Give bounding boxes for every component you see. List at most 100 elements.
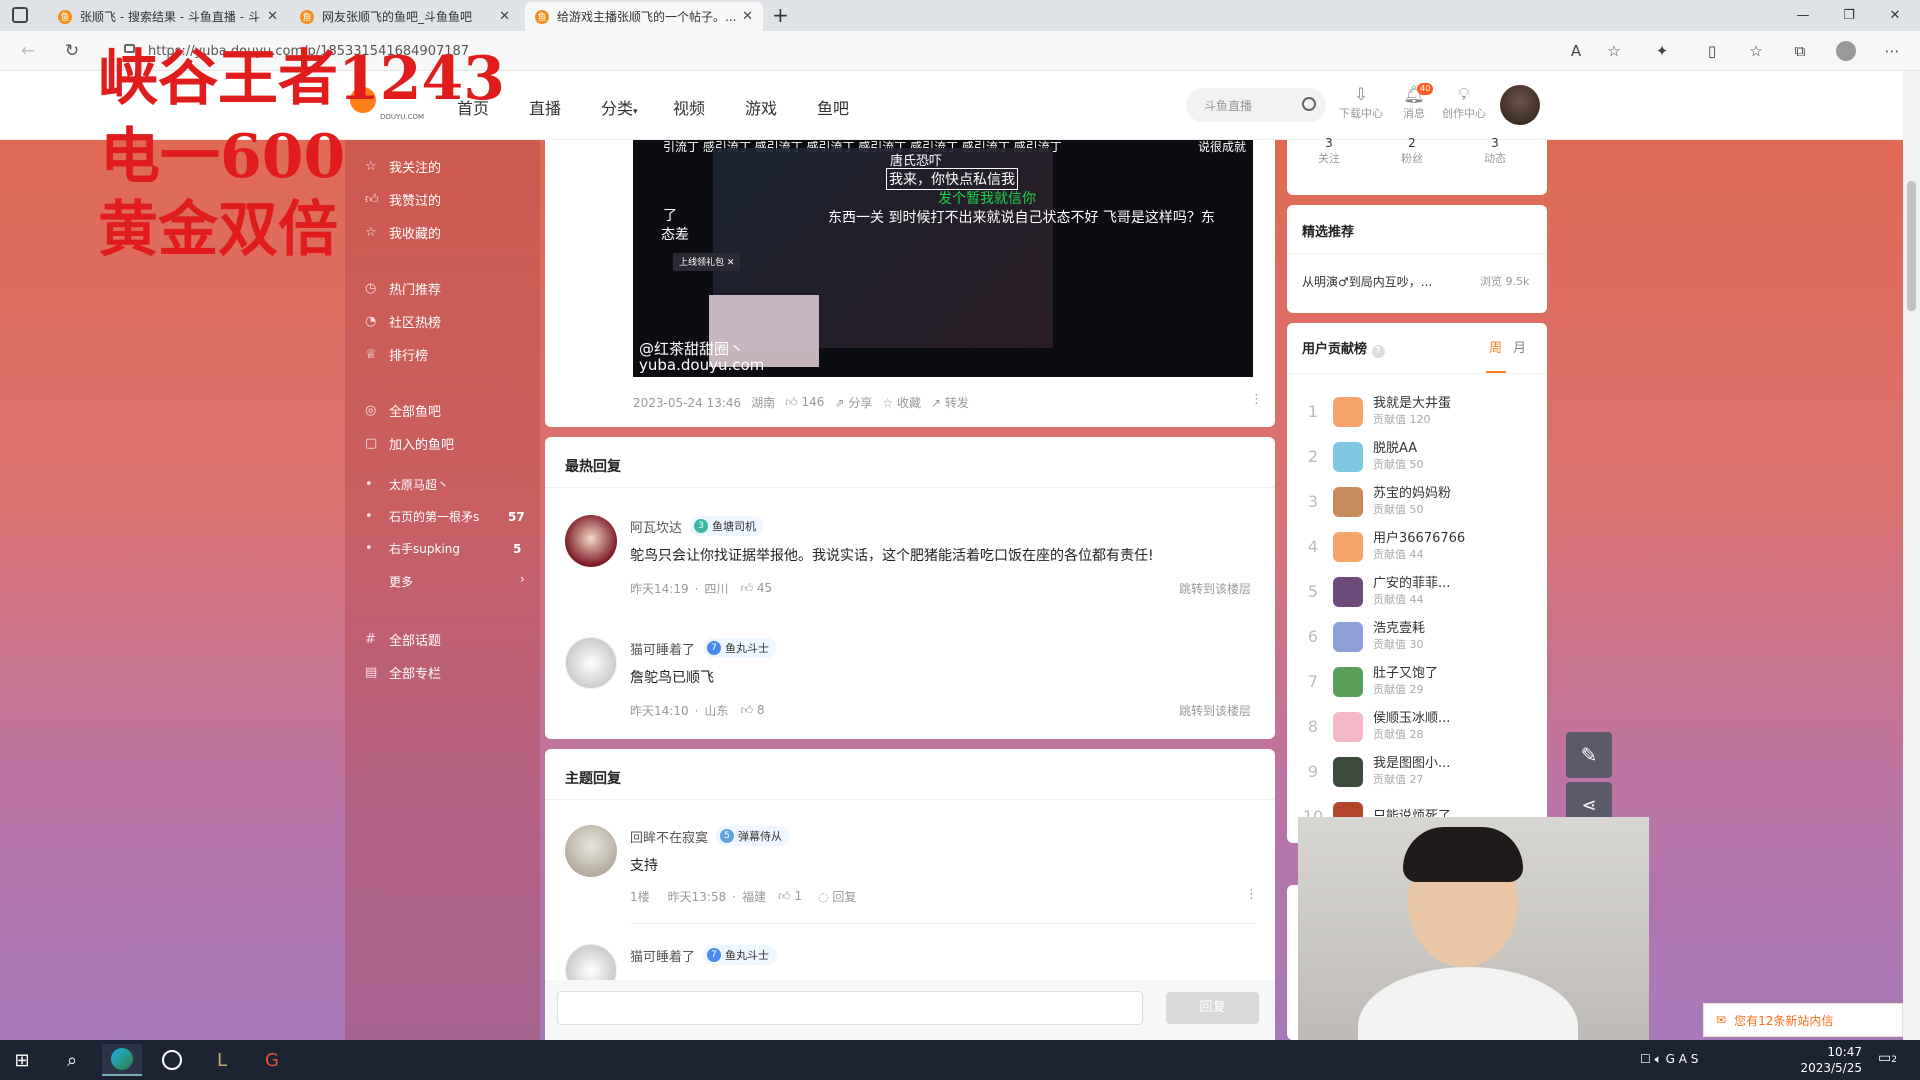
rank-username[interactable]: 我就是大井蛋 [1373, 395, 1451, 412]
gift-popup[interactable]: 上线领礼包 ✕ [673, 253, 741, 271]
reply-like-button[interactable]: 👍︎ 1 [778, 889, 802, 904]
page-scrollbar[interactable] [1903, 71, 1920, 1040]
scrollbar-thumb[interactable] [1907, 181, 1916, 311]
download-center-button[interactable]: ⇩ 下载中心 [1334, 85, 1388, 121]
post-forward-button[interactable]: ↗ 转发 [931, 394, 969, 411]
browser-tab-active[interactable]: 鱼 给游戏主播张顺飞的一个帖子。... ✕ [525, 2, 763, 31]
reply-username[interactable]: 阿瓦坎达 [630, 517, 682, 536]
reply-submit-button[interactable]: 回复 [1166, 992, 1259, 1024]
creator-center-button[interactable]: 💡︎ 创作中心 [1437, 85, 1491, 121]
rank-username[interactable]: 我是图图小... [1373, 755, 1450, 772]
ranking-row[interactable]: 5 广安的菲菲... 贡献值 44 [1299, 569, 1499, 614]
reply-username[interactable]: 猫可睡着了 [630, 639, 695, 658]
sidebar-item-topics[interactable]: # 全部话题 [365, 630, 441, 649]
nav-live[interactable]: 直播 [529, 95, 561, 119]
reply-username[interactable]: 回眸不在寂寞 [630, 827, 708, 846]
rank-tab-week[interactable]: 周 [1489, 337, 1502, 356]
profile-icon[interactable] [1836, 41, 1856, 61]
avatar[interactable] [565, 637, 617, 689]
more-options-icon[interactable]: ⋮ [1245, 887, 1258, 902]
sidebar-more[interactable]: 更多 [389, 573, 413, 590]
rank-tab-month[interactable]: 月 [1513, 337, 1526, 356]
new-tab-icon[interactable]: + [772, 3, 789, 27]
stat-fans[interactable]: 2 粉丝 [1392, 136, 1432, 166]
sidebar-item-hot[interactable]: ◷ 热门推荐 [365, 279, 441, 298]
search-icon[interactable]: ⌕ [52, 1044, 92, 1076]
reply-comment-button[interactable]: ◌ 回复 [818, 888, 856, 905]
restore-icon[interactable]: ❐ [1826, 0, 1872, 31]
ranking-row[interactable]: 8 侯顺玉冰顺... 贡献值 28 [1299, 704, 1499, 749]
avatar[interactable] [1333, 576, 1363, 607]
rank-username[interactable]: 肚子又饱了 [1373, 665, 1438, 682]
refresh-icon[interactable]: ↻ [58, 37, 86, 65]
reply-like-button[interactable]: 👍︎ 45 [740, 581, 772, 596]
ranking-row[interactable]: 9 我是图图小... 贡献值 27 [1299, 749, 1499, 794]
close-window-icon[interactable]: ✕ [1872, 0, 1918, 31]
jump-to-floor-link[interactable]: 跳转到该楼层 [1179, 702, 1251, 719]
sidebar-item-columns[interactable]: ▤ 全部专栏 [365, 663, 441, 682]
sidebar-item-all-bars[interactable]: ◎ 全部鱼吧 [365, 401, 441, 420]
avatar[interactable] [565, 825, 617, 877]
system-tray[interactable]: ☐ 🔈︎ G A S [1640, 1052, 1698, 1067]
reply-input[interactable] [557, 991, 1143, 1025]
start-icon[interactable]: ⊞ [2, 1044, 42, 1076]
post-like-button[interactable]: 👍︎ 146 [785, 395, 824, 410]
close-tab-icon[interactable]: ✕ [267, 9, 278, 24]
help-icon[interactable]: ? [1371, 345, 1385, 358]
sidebar-item-collected[interactable]: ☆ 我收藏的 [365, 223, 441, 242]
jump-to-floor-link[interactable]: 跳转到该楼层 [1179, 580, 1251, 597]
ranking-row[interactable]: 7 肚子又饱了 贡献值 29 [1299, 659, 1499, 704]
ranking-row[interactable]: 4 用户36676766 贡献值 44 [1299, 524, 1499, 569]
rank-username[interactable]: 脱脱AA [1373, 440, 1424, 457]
close-tab-icon[interactable]: ✕ [499, 9, 510, 24]
rank-username[interactable]: 浩克壹耗 [1373, 620, 1425, 637]
sidebar-bar-item[interactable]: • 太原马超丶 [365, 476, 449, 493]
browser-tab[interactable]: 鱼 网友张顺飞的鱼吧_斗鱼鱼吧 ✕ [290, 2, 520, 31]
reply-username[interactable]: 猫可睡着了 [630, 946, 695, 965]
tab-actions-icon[interactable] [12, 7, 28, 23]
more-options-icon[interactable]: ⋮ [1250, 392, 1263, 407]
edge-icon[interactable] [102, 1044, 142, 1076]
ranking-row[interactable]: 1 我就是大井蛋 贡献值 120 [1299, 389, 1499, 434]
reply-like-button[interactable]: 👍︎ 8 [740, 703, 764, 718]
post-video-frame[interactable]: 引流丁 感引流丁 感引流丁 感引流丁 感引流丁 感引流丁 感引流丁 感引流丁 唐… [633, 140, 1253, 377]
rank-username[interactable]: 苏宝的妈妈粉 [1373, 485, 1451, 502]
browser-tab[interactable]: 鱼 张顺飞 - 搜索结果 - 斗鱼直播 - 斗 ✕ [48, 2, 288, 31]
nav-video[interactable]: 视频 [673, 95, 705, 119]
nav-yuba[interactable]: 鱼吧 [817, 95, 849, 119]
compose-button[interactable]: ✎ [1566, 732, 1612, 778]
notification-toast[interactable]: ✉ 您有12条新站内信 [1703, 1003, 1903, 1037]
rank-username[interactable]: 侯顺玉冰顺... [1373, 710, 1450, 727]
rank-username[interactable]: 用户36676766 [1373, 530, 1465, 547]
avatar[interactable] [565, 515, 617, 567]
collections-icon[interactable]: ⧉ [1786, 37, 1814, 65]
action-center-icon[interactable]: ▭2 [1878, 1050, 1897, 1066]
back-icon[interactable]: ← [14, 37, 42, 65]
sidebar-item-liked[interactable]: 👍︎ 我赞过的 [365, 190, 441, 209]
nav-game[interactable]: 游戏 [745, 95, 777, 119]
user-avatar[interactable] [1500, 85, 1540, 125]
league-client-icon[interactable]: L [202, 1044, 242, 1076]
avatar[interactable] [1333, 666, 1363, 697]
post-share-button[interactable]: ⇗ 分享 [834, 394, 872, 411]
avatar[interactable] [1333, 711, 1363, 742]
nav-category[interactable]: 分类▾ [601, 95, 638, 119]
rank-username[interactable]: 广安的菲菲... [1373, 575, 1450, 592]
ranking-row[interactable]: 2 脱脱AA 贡献值 50 [1299, 434, 1499, 479]
obs-icon[interactable] [152, 1044, 192, 1076]
favorite-add-icon[interactable]: ☆ [1600, 37, 1628, 65]
avatar[interactable] [1333, 531, 1363, 562]
ranking-row[interactable]: 6 浩克壹耗 贡献值 30 [1299, 614, 1499, 659]
close-tab-icon[interactable]: ✕ [742, 9, 753, 24]
sidebar-item-joined-bars[interactable]: ▢ 加入的鱼吧 [365, 434, 454, 453]
ranking-row[interactable]: 3 苏宝的妈妈粉 贡献值 50 [1299, 479, 1499, 524]
avatar[interactable] [1333, 441, 1363, 472]
clock[interactable]: 10:47 2023/5/25 [1782, 1044, 1862, 1076]
split-screen-icon[interactable]: ▯ [1698, 37, 1726, 65]
minimize-icon[interactable]: — [1780, 0, 1826, 31]
stat-posts[interactable]: 3 动态 [1475, 136, 1515, 166]
sidebar-item-community-hot[interactable]: ◔ 社区热榜 [365, 312, 441, 331]
more-icon[interactable]: ⋯ [1878, 37, 1906, 65]
avatar[interactable] [1333, 486, 1363, 517]
avatar[interactable] [1333, 756, 1363, 787]
